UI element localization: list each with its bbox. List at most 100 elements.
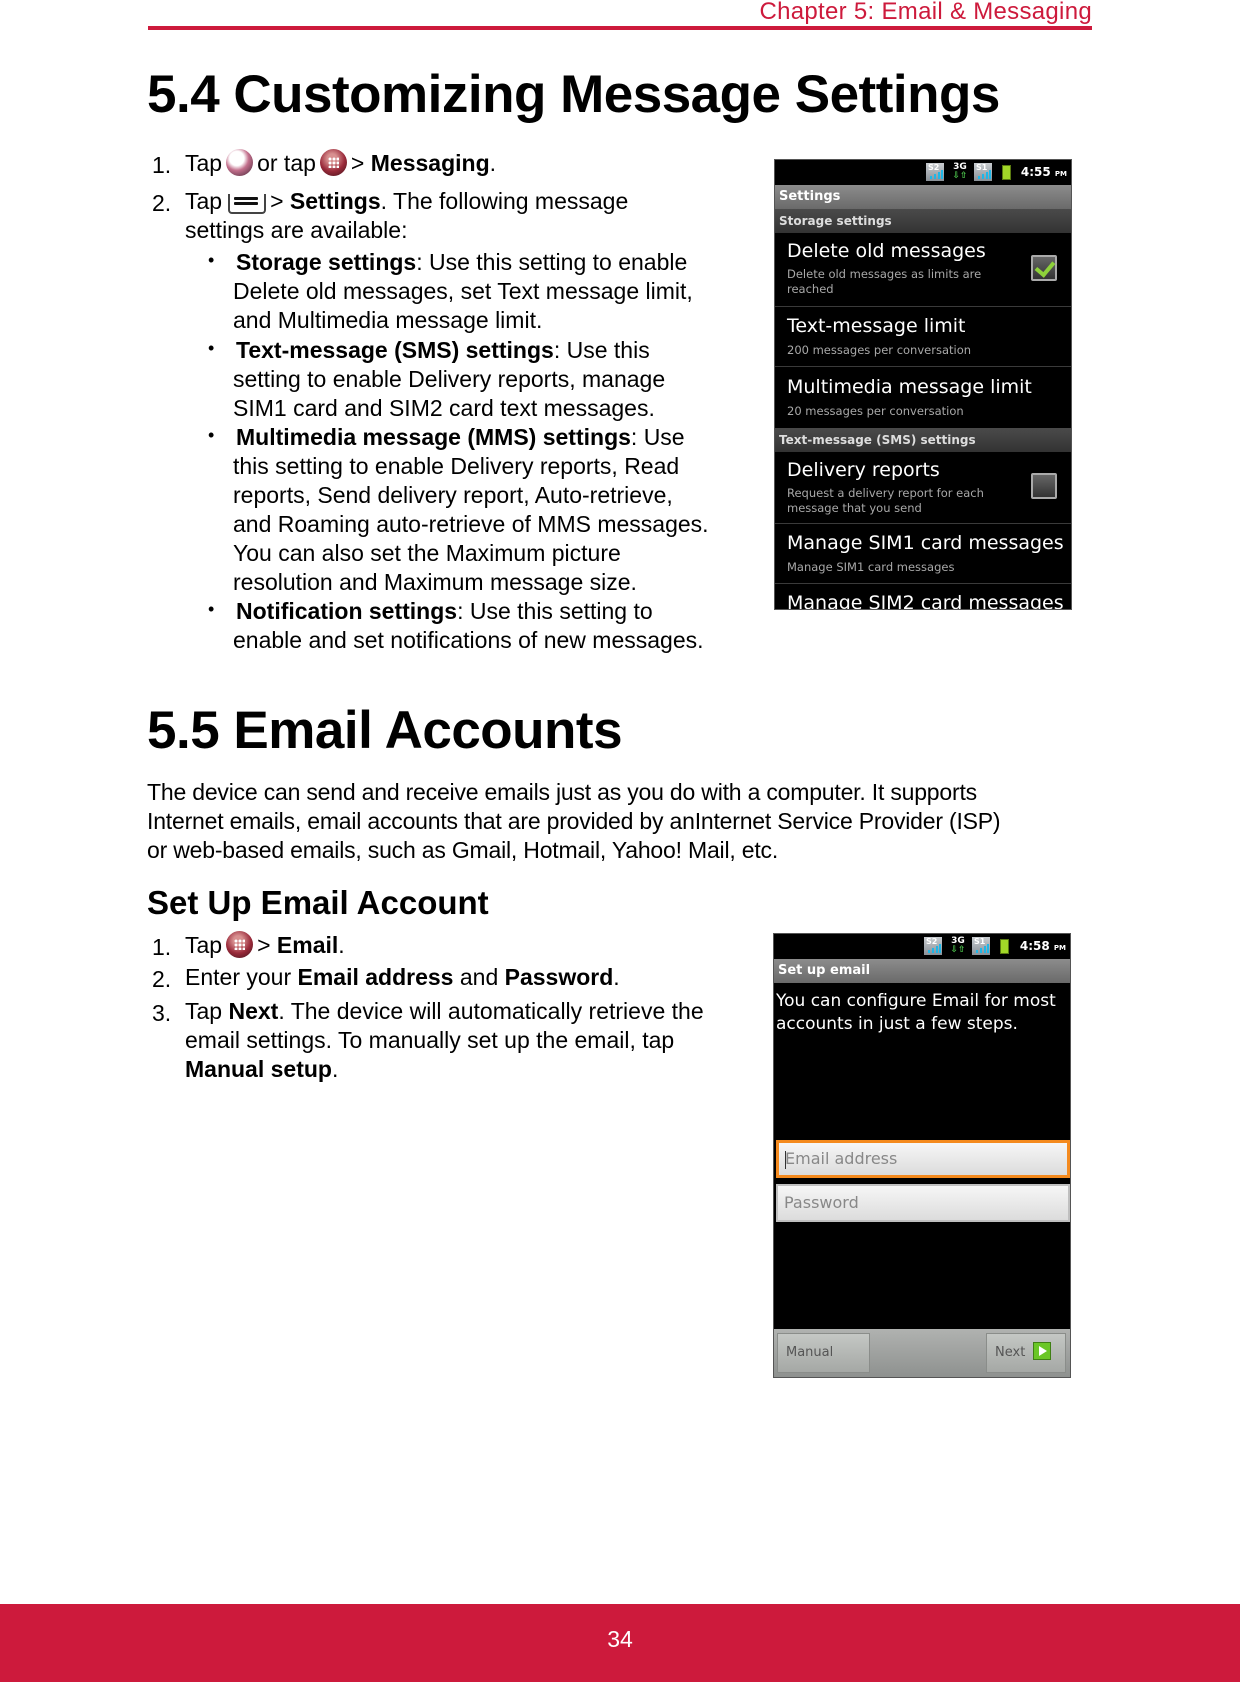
step-bold-email: Email — [276, 932, 339, 958]
pref-multimedia-message-limit[interactable]: Multimedia message limit 20 messages per… — [775, 367, 1071, 428]
intro-paragraph-line: or web-based emails, such as Gmail, Hotm… — [147, 837, 779, 863]
step-text: . — [338, 932, 345, 958]
header-rule — [148, 26, 1092, 30]
pref-delivery-reports[interactable]: Delivery reports Request a delivery repo… — [775, 452, 1071, 524]
bullet-glyph: • — [208, 599, 215, 619]
clock-time: 4:58 — [1019, 939, 1050, 953]
bullet-storage: Storage settings: Use this setting to en… — [236, 248, 687, 277]
intro-paragraph-line: The device can send and receive emails j… — [147, 779, 977, 805]
step-number: 2. — [152, 966, 172, 992]
messaging-settings-screenshot: S2 3G ⇩⇧ S1 4:55 PM Settings Storage sett… — [774, 159, 1072, 610]
pref-summary: 200 messages per conversation — [787, 343, 972, 357]
bullet-line: setting to enable Delivery reports, mana… — [233, 366, 666, 392]
clock-ampm: PM — [1053, 944, 1066, 952]
email-step-3-line3: Manual setup. — [185, 1055, 338, 1084]
bullet-mms: Multimedia message (MMS) settings: Use — [236, 423, 685, 452]
section-title-5-4: 5.4 Customizing Message Settings — [147, 65, 1000, 124]
step-text: . The following message — [380, 188, 629, 214]
bullet-bold: Notification settings — [236, 598, 458, 624]
bullet-notification: Notification settings: Use this setting … — [236, 597, 653, 626]
clock-ampm: PM — [1054, 170, 1067, 178]
pref-text-message-limit[interactable]: Text-message limit 200 messages per conv… — [775, 307, 1071, 367]
chapter-header: Chapter 5: Email & Messaging — [759, 0, 1092, 25]
bullet-line: enable and set notifications of new mess… — [233, 627, 704, 653]
bullet-line: resolution and Maximum message size. — [233, 569, 637, 595]
sim2-signal-icon: S2 — [924, 937, 942, 955]
bullet-bold: Multimedia message (MMS) settings — [236, 424, 631, 450]
pref-summary: Manage SIM1 card messages — [787, 560, 955, 574]
pref-summary: reached — [787, 282, 834, 296]
sim1-signal-icon: S1 — [974, 163, 992, 181]
bullet-glyph: • — [208, 250, 215, 270]
clock-time: 4:55 — [1020, 165, 1051, 179]
password-input[interactable]: Password — [776, 1184, 1070, 1222]
sim1-label: S1 — [976, 163, 988, 172]
step-text: . — [331, 1056, 339, 1082]
battery-icon — [1000, 939, 1009, 954]
data-arrows: ⇩⇧ — [950, 945, 966, 955]
pref-title: Multimedia message limit — [787, 376, 1032, 398]
subheading-set-up-email: Set Up Email Account — [147, 884, 489, 921]
clock: 4:55 PM — [1021, 165, 1067, 179]
email-address-input[interactable]: Email address — [776, 1140, 1070, 1178]
bullet-line: and Multimedia message limit. — [233, 307, 543, 333]
bullet-text: : Use — [630, 424, 685, 450]
step-number: 1. — [152, 934, 172, 960]
step-text: . The device will automatically retrieve… — [278, 998, 704, 1024]
step-text: . — [489, 150, 497, 176]
step-number: 1. — [152, 152, 172, 178]
pref-summary: Request a delivery report for each — [787, 486, 984, 500]
sim2-label: S2 — [926, 937, 938, 946]
step-text: Tap — [185, 188, 223, 214]
delete-old-messages-checkbox[interactable] — [1031, 255, 1057, 281]
bullet-line: SIM1 card and SIM2 card text messages. — [233, 395, 655, 421]
bullet-glyph: • — [208, 338, 215, 358]
pref-delete-old-messages[interactable]: Delete old messages Delete old messages … — [775, 233, 1071, 307]
bullet-text: : Use this — [553, 337, 650, 363]
pref-manage-sim2[interactable]: Manage SIM2 card messages — [775, 584, 1071, 609]
step-text: or tap — [257, 150, 316, 176]
setup-intro-text: You can configure Email for most account… — [776, 990, 1056, 1036]
bullet-text: : Use this setting to — [457, 598, 653, 624]
step-bold-password: Password — [504, 964, 614, 990]
email-step-2: Enter your Email address and Password. — [185, 963, 620, 992]
section-title-5-5: 5.5 Email Accounts — [147, 701, 623, 760]
3g-data-icon: 3G ⇩⇧ — [951, 163, 969, 181]
delivery-reports-checkbox[interactable] — [1031, 473, 1057, 499]
next-button[interactable]: Next — [986, 1333, 1066, 1373]
category-sms: Text-message (SMS) settings — [775, 428, 1071, 452]
step-2-line2: settings are available: — [185, 217, 408, 243]
step-bold-messaging: Messaging — [370, 150, 490, 176]
category-storage: Storage settings — [775, 209, 1071, 233]
bullet-sms: Text-message (SMS) settings: Use this — [236, 336, 650, 365]
pref-manage-sim1[interactable]: Manage SIM1 card messages Manage SIM1 ca… — [775, 524, 1071, 584]
pref-summary: Delete old messages as limits are — [787, 267, 982, 281]
step-text: > — [257, 932, 271, 958]
sim1-signal-icon: S1 — [972, 937, 990, 955]
email-step-3-line2: email settings. To manually set up the e… — [185, 1027, 675, 1053]
messaging-app-icon — [226, 149, 254, 176]
step-text: Enter your — [185, 964, 292, 990]
step-2-text: Tap > Settings. The following message — [185, 187, 628, 216]
step-number: 2. — [152, 190, 172, 216]
step-bold-settings: Settings — [289, 188, 381, 214]
setup-email-screenshot: S2 3G ⇩⇧ S1 4:58 PM Set up email You can … — [773, 933, 1071, 1378]
bullet-bold: Storage settings — [236, 249, 417, 275]
step-bold-next: Next — [228, 998, 279, 1024]
bullet-line: Delete old messages, set Text message li… — [233, 278, 693, 304]
settings-title-bar: Settings — [775, 185, 1071, 209]
step-text: Tap — [185, 998, 223, 1024]
step-text: . — [613, 964, 620, 990]
pref-summary: 20 messages per conversation — [787, 404, 964, 418]
setup-email-title-bar: Set up email — [774, 959, 1070, 983]
next-arrow-icon — [1033, 1342, 1052, 1360]
pref-title: Manage SIM1 card messages — [787, 532, 1064, 554]
sim2-label: S2 — [928, 163, 940, 172]
step-number: 3. — [152, 1000, 172, 1026]
bullet-line: and Roaming auto-retrieve of MMS message… — [233, 511, 709, 537]
intro-line: You can configure Email for most — [776, 991, 1056, 1011]
pref-title: Delivery reports — [787, 459, 940, 481]
intro-line: accounts in just a few steps. — [776, 1014, 1018, 1034]
manual-setup-button[interactable]: Manual setup — [777, 1333, 870, 1373]
bullet-glyph: • — [208, 425, 215, 445]
